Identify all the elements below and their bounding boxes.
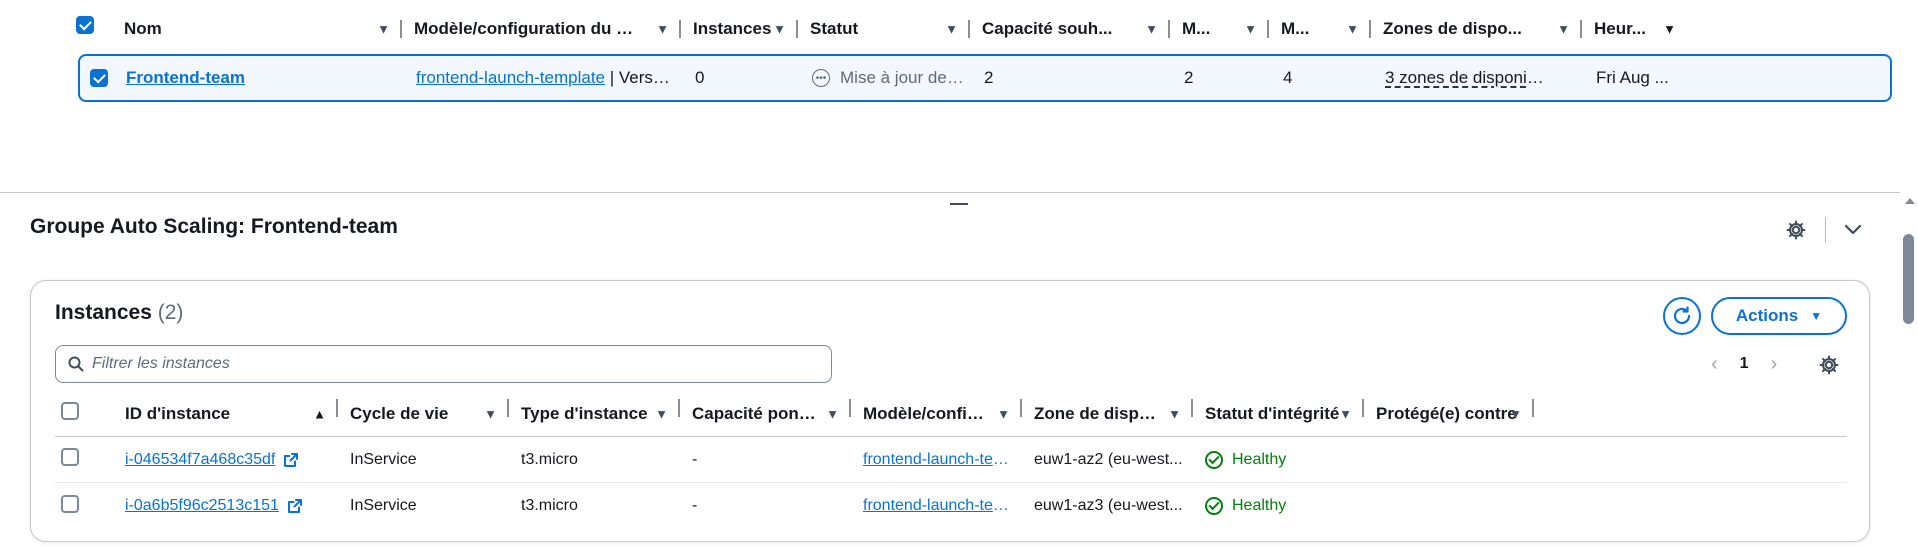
auto-scaling-groups-table: Nom ▼ Modèle/configuration du lance... ▼…	[0, 0, 1918, 192]
column-header-min[interactable]: M... ▼	[1170, 12, 1269, 46]
resize-handle[interactable]	[950, 203, 968, 205]
sort-icon[interactable]: ▼	[1509, 406, 1522, 421]
divider	[1825, 217, 1826, 243]
sort-icon[interactable]: ▼	[1346, 22, 1359, 37]
row-checkbox[interactable]	[55, 448, 113, 471]
column-header-max[interactable]: M... ▼	[1269, 12, 1371, 46]
table-row: i-0a6b5f96c2513c151 InService t3.micro -…	[55, 483, 1847, 529]
sort-icon[interactable]: ▼	[484, 406, 497, 421]
column-header-instance-id[interactable]: ID d'instance ▲	[113, 391, 338, 436]
sort-icon[interactable]: ▼	[1557, 22, 1570, 37]
panel-title: Groupe Auto Scaling: Frontend-team	[30, 215, 398, 238]
column-header-template[interactable]: Modèle/configuration du lance... ▼	[402, 12, 681, 46]
instance-id-link[interactable]: i-0a6b5f96c2513c151	[125, 497, 279, 515]
instances-container: Instances (2) Actions ▼ ‹ 1 › ID d'insta…	[30, 280, 1870, 542]
page-number[interactable]: 1	[1740, 355, 1749, 373]
column-header-protected-from[interactable]: Protégé(e) contre ▼	[1364, 391, 1534, 436]
column-header-instance-type[interactable]: Type d'instance ▼	[509, 391, 680, 436]
search-icon	[68, 356, 84, 372]
table-header: Nom ▼ Modèle/configuration du lance... ▼…	[78, 12, 1688, 46]
sort-icon[interactable]: ▼	[1244, 22, 1257, 37]
sort-icon[interactable]: ▼	[377, 22, 390, 37]
sort-icon[interactable]: ▼	[773, 22, 786, 37]
instance-id-link[interactable]: i-046534f7a468c35df	[125, 451, 275, 469]
filter-instances-field[interactable]	[55, 345, 832, 383]
table-row-selected[interactable]: Frontend-team frontend-launch-template |…	[78, 54, 1892, 102]
availability-zones-popover[interactable]: 3 zones de disponibilité	[1385, 68, 1553, 88]
chevron-right-icon[interactable]: ›	[1771, 353, 1778, 376]
weighted-capacity: -	[692, 497, 698, 514]
sort-icon[interactable]: ▼	[826, 406, 839, 421]
column-header-template[interactable]: Modèle/configu... ▼	[851, 391, 1022, 436]
column-header-desired-capacity[interactable]: Capacité souh... ▼	[970, 12, 1170, 46]
chevron-left-icon[interactable]: ‹	[1711, 353, 1718, 376]
caret-down-icon: ▼	[1810, 309, 1823, 323]
table-row: i-046534f7a468c35df InService t3.micro -…	[55, 437, 1847, 483]
table-preferences-gear-icon[interactable]	[1818, 354, 1840, 376]
filter-instances-input[interactable]	[92, 355, 831, 373]
column-header-lifecycle[interactable]: Cycle de vie ▼	[338, 391, 509, 436]
launch-template-link[interactable]: frontend-launch-template	[863, 451, 1013, 469]
column-header-instances[interactable]: Instances ▼	[681, 12, 798, 46]
lifecycle-state: InService	[350, 497, 417, 514]
row-checkbox[interactable]	[55, 494, 113, 518]
select-all-instances-checkbox[interactable]	[55, 402, 113, 425]
sort-icon[interactable]: ▼	[1663, 22, 1676, 37]
split-panel: Groupe Auto Scaling: Frontend-team Insta…	[0, 192, 1900, 547]
instances-count: 0	[695, 68, 705, 87]
sort-icon[interactable]: ▼	[1339, 406, 1352, 421]
lifecycle-state: InService	[350, 450, 417, 468]
instances-heading: Instances (2)	[55, 301, 184, 324]
sort-icon[interactable]: ▼	[656, 22, 669, 37]
pagination: ‹ 1 ›	[1711, 351, 1777, 377]
check-circle-icon	[1205, 497, 1223, 515]
column-header-name[interactable]: Nom ▼	[112, 12, 402, 46]
availability-zone: euw1-az2 (eu-west...	[1034, 450, 1183, 468]
protection-cell	[1364, 437, 1534, 482]
gear-icon[interactable]	[1785, 219, 1807, 241]
row-checkbox[interactable]	[80, 69, 114, 87]
column-header-health-status[interactable]: Statut d'intégrité ▼	[1193, 391, 1364, 436]
sort-icon[interactable]: ▼	[655, 406, 668, 421]
desired-capacity: 2	[984, 68, 994, 87]
instances-count-badge: (2)	[157, 301, 184, 324]
scrollbar-thumb[interactable]	[1903, 234, 1914, 324]
weighted-capacity: -	[692, 450, 698, 468]
scrollbar[interactable]	[1900, 192, 1918, 547]
health-status: Healthy	[1232, 497, 1287, 514]
column-header-weighted-capacity[interactable]: Capacité pondé... ▼	[680, 391, 851, 436]
group-name-link[interactable]: Frontend-team	[126, 68, 245, 88]
column-header-availability-zones[interactable]: Zones de dispo... ▼	[1371, 12, 1582, 46]
launch-template-link[interactable]: frontend-launch-template	[416, 68, 605, 87]
max-capacity: 4	[1283, 68, 1293, 87]
availability-zone: euw1-az3 (eu-west...	[1034, 497, 1183, 514]
scroll-up-arrow-icon[interactable]	[1905, 198, 1915, 204]
sort-icon[interactable]: ▼	[997, 406, 1010, 421]
column-header-status[interactable]: Statut ▼	[798, 12, 970, 46]
refresh-icon	[1673, 306, 1691, 325]
sort-icon[interactable]: ▼	[1168, 406, 1181, 421]
creation-time: Fri Aug ...	[1596, 68, 1669, 87]
check-circle-icon	[1205, 450, 1223, 469]
external-link-icon[interactable]	[287, 498, 303, 514]
health-status: Healthy	[1232, 450, 1287, 468]
protection-cell	[1364, 483, 1534, 529]
actions-dropdown-button[interactable]: Actions ▼	[1711, 297, 1847, 335]
min-capacity: 2	[1184, 68, 1194, 87]
external-link-icon[interactable]	[283, 452, 299, 468]
sort-icon[interactable]: ▼	[945, 22, 958, 37]
chevron-down-icon[interactable]	[1840, 217, 1866, 243]
refresh-button[interactable]	[1663, 297, 1701, 335]
instance-type: t3.micro	[521, 450, 578, 468]
column-header-time[interactable]: Heur... ▼	[1582, 12, 1688, 46]
column-header-availability-zone[interactable]: Zone de dispon... ▼	[1022, 391, 1193, 436]
instance-type: t3.micro	[521, 497, 578, 514]
status-text: Mise à jour de la capacité	[840, 68, 968, 87]
launch-template-link[interactable]: frontend-launch-template	[863, 497, 1013, 515]
in-progress-icon: •••	[812, 69, 830, 87]
sort-icon[interactable]: ▼	[1145, 22, 1158, 37]
template-version: | Version Par défaut	[609, 68, 673, 87]
sort-ascending-icon[interactable]: ▲	[313, 406, 326, 421]
instances-table-header: ID d'instance ▲ Cycle de vie ▼ Type d'in…	[55, 391, 1847, 437]
